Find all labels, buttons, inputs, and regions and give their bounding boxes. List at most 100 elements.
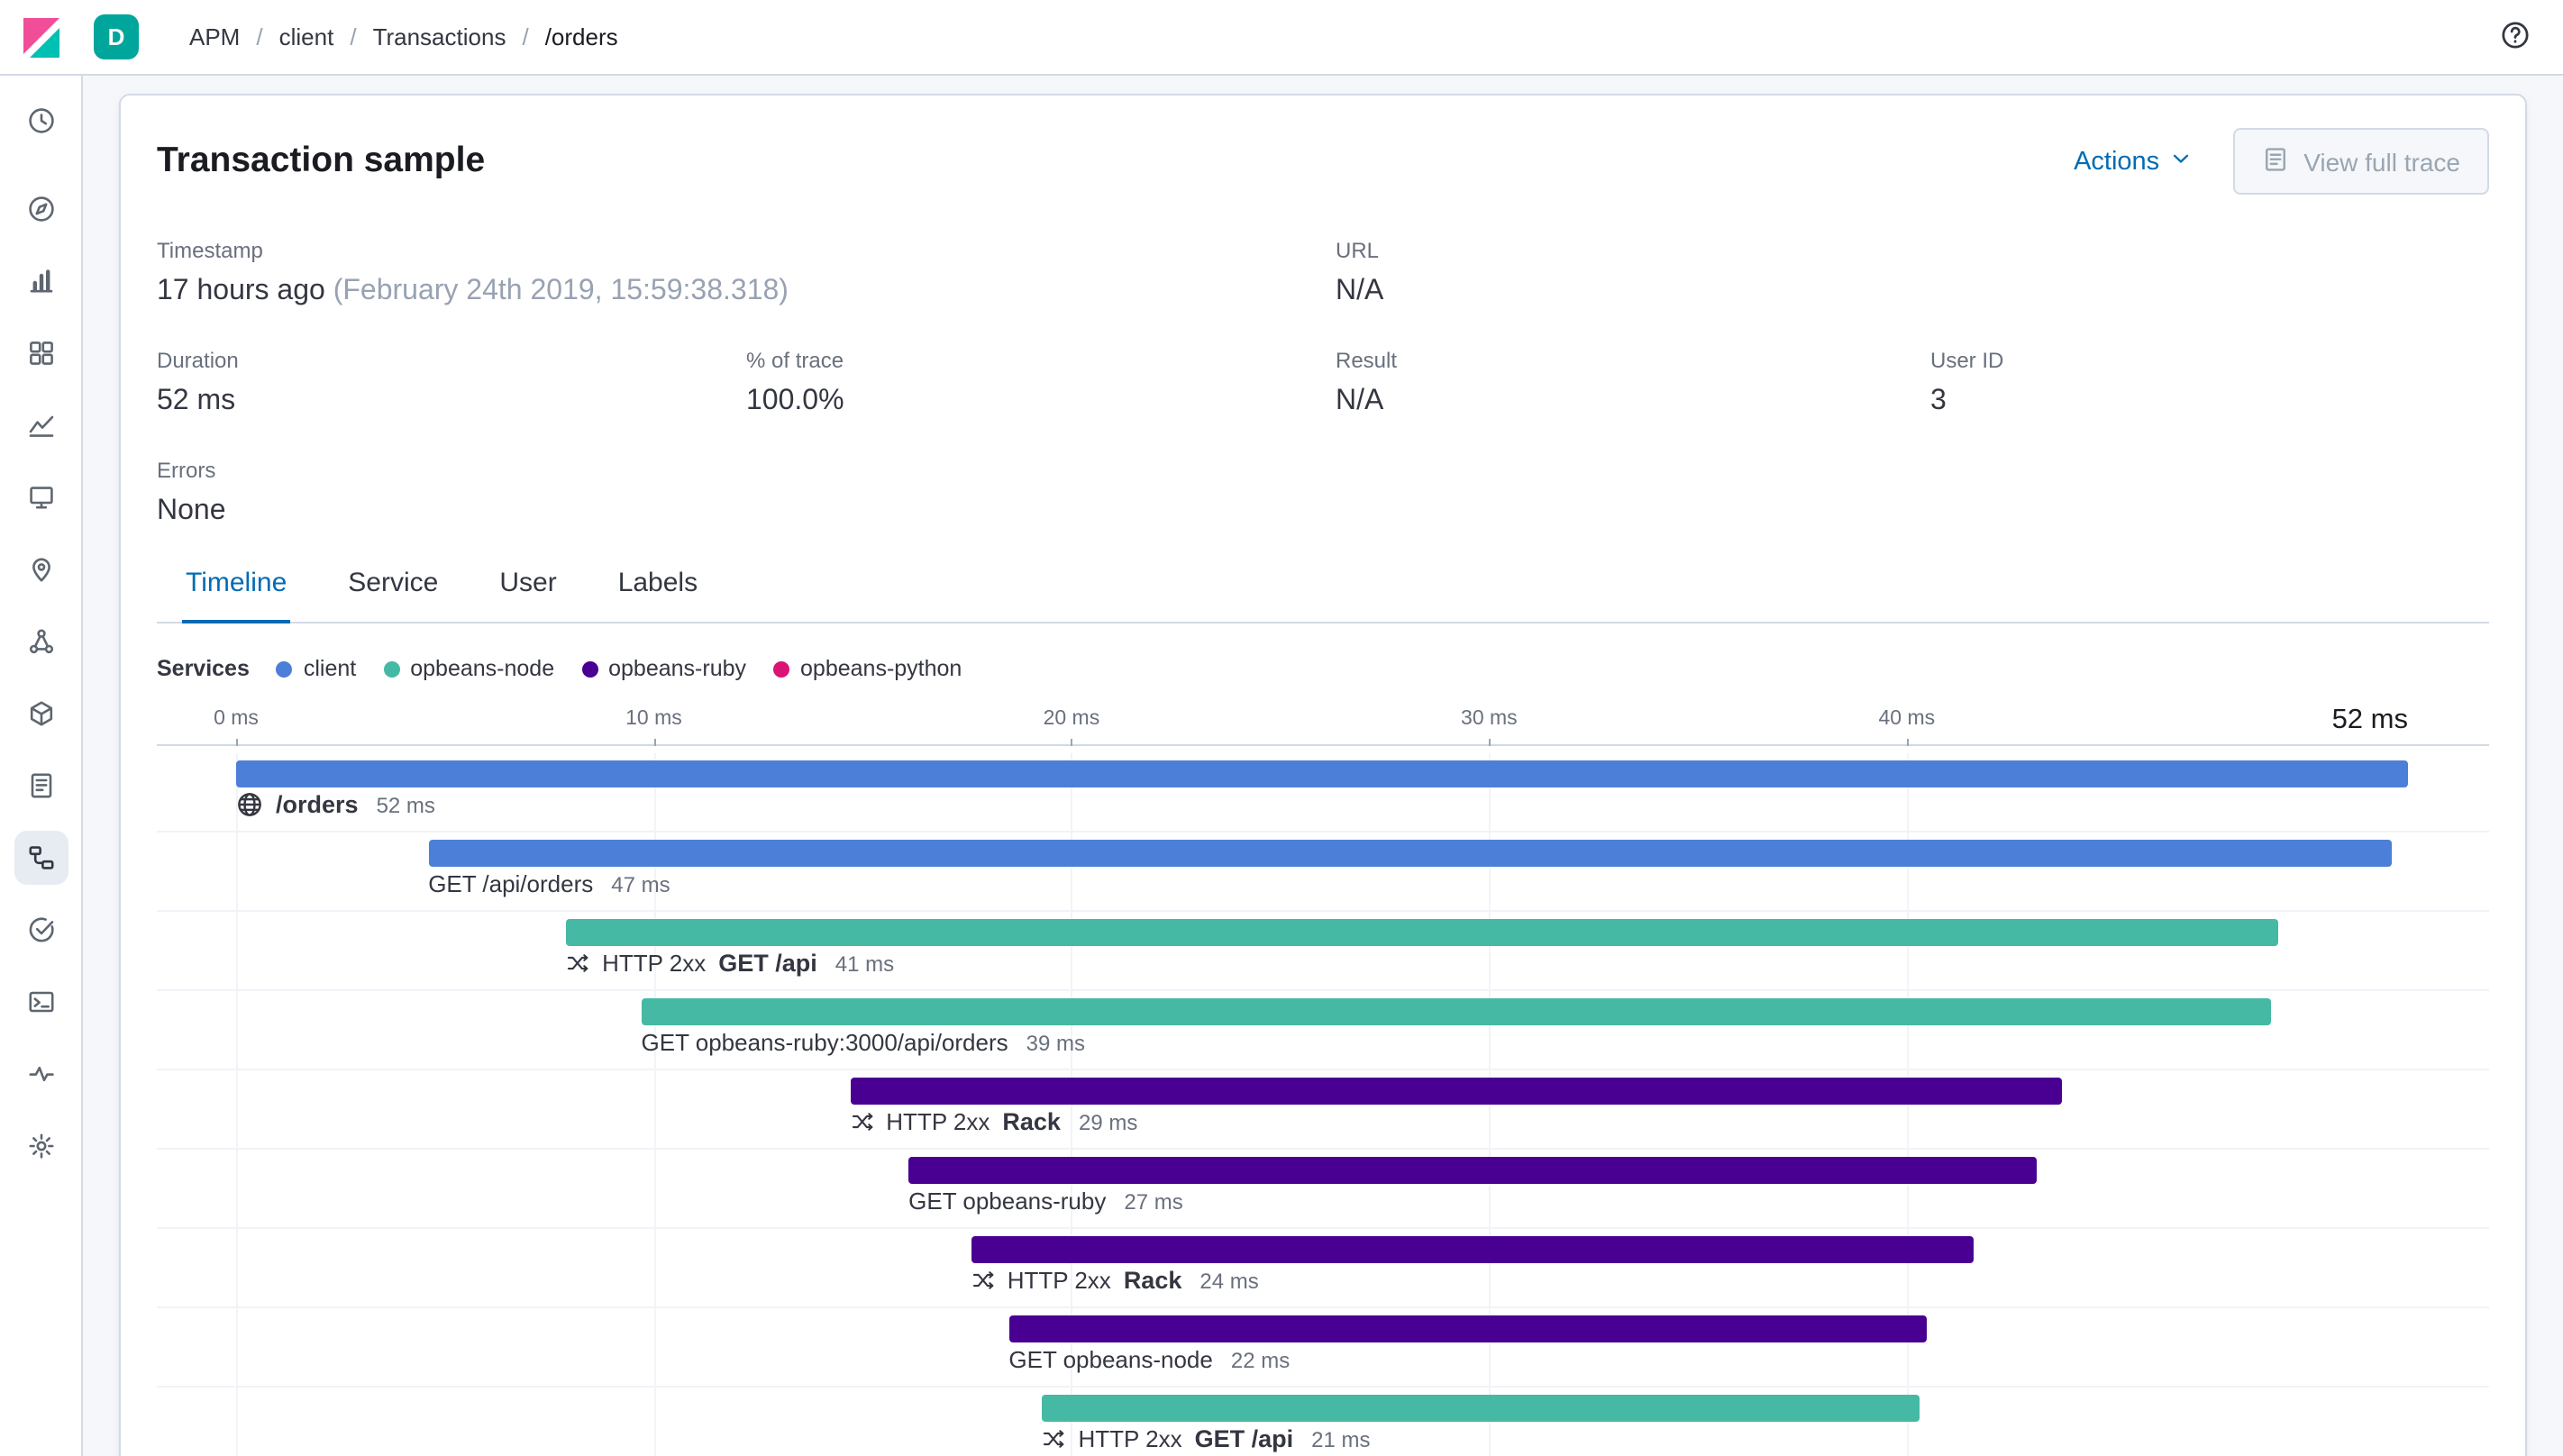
span-duration: 47 ms xyxy=(611,871,670,896)
waterfall-row-plot: GET opbeans-ruby 27 ms xyxy=(236,1150,2408,1227)
sidebar-item-machine-learning[interactable] xyxy=(14,614,68,669)
breadcrumb-item: /orders xyxy=(544,23,618,50)
waterfall-bar-get-opbeans-ruby-3000-api-orders[interactable] xyxy=(641,998,2271,1025)
sidebar-item-apm[interactable] xyxy=(14,831,68,885)
sidebar-item-dashboard[interactable] xyxy=(14,326,68,380)
span-duration: 41 ms xyxy=(835,951,895,976)
meta-field-result: Result N/A xyxy=(1336,348,1930,418)
sidebar-item-discover[interactable] xyxy=(14,182,68,236)
app-sidebar xyxy=(0,76,83,1456)
legend-item-opbeans-node: opbeans-node xyxy=(383,656,554,681)
apm-icon xyxy=(26,843,55,872)
sidebar-item-management[interactable] xyxy=(14,1119,68,1173)
sidebar-item-monitoring[interactable] xyxy=(14,1047,68,1101)
time-axis: 52 ms 0 ms 10 ms 20 ms 30 ms 40 ms xyxy=(157,703,2489,746)
meta-value: 52 ms xyxy=(157,386,236,416)
sidebar-item-maps[interactable] xyxy=(14,542,68,596)
waterfall-bar-get-opbeans-ruby[interactable] xyxy=(908,1157,2037,1184)
legend-label: client xyxy=(303,656,357,681)
legend-dot xyxy=(773,660,790,677)
span-name: /orders xyxy=(276,791,359,818)
page-title: Transaction sample xyxy=(157,141,486,180)
sidebar-item-recently-viewed[interactable] xyxy=(14,94,68,148)
maps-icon xyxy=(26,555,55,584)
span-name: GET opbeans-node xyxy=(1008,1346,1213,1373)
sidebar-item-timelion[interactable] xyxy=(14,398,68,452)
span-duration: 24 ms xyxy=(1199,1268,1259,1293)
sidebar-item-canvas[interactable] xyxy=(14,470,68,524)
view-full-trace-label: View full trace xyxy=(2303,147,2460,176)
span-label: GET opbeans-ruby 27 ms xyxy=(908,1188,1183,1215)
actions-menu-button[interactable]: Actions xyxy=(2070,138,2197,185)
span-duration: 29 ms xyxy=(1078,1109,1138,1134)
axis-tick-mark xyxy=(1071,739,1073,746)
view-full-trace-button[interactable]: View full trace xyxy=(2233,128,2489,195)
machine-learning-icon xyxy=(26,627,55,656)
sidebar-item-infrastructure[interactable] xyxy=(14,687,68,741)
help-icon[interactable] xyxy=(2493,12,2538,62)
axis-tick-label: 0 ms xyxy=(214,708,259,730)
waterfall-row-plot: GET opbeans-ruby:3000/api/orders 39 ms xyxy=(236,991,2408,1069)
waterfall-bar-get-api-orders[interactable] xyxy=(428,840,2392,867)
main-content: Transaction sample Actions View full tra… xyxy=(83,76,2563,1456)
waterfall-bar-rack[interactable] xyxy=(971,1236,1974,1263)
waterfall-bar-rack[interactable] xyxy=(850,1078,2062,1105)
span-duration: 22 ms xyxy=(1230,1347,1291,1372)
span-duration: 39 ms xyxy=(1026,1030,1086,1055)
meta-value: 3 xyxy=(1930,386,1947,416)
merge-icon xyxy=(566,951,589,975)
breadcrumb-item[interactable]: APM xyxy=(189,23,240,50)
meta-label: User ID xyxy=(1930,348,2004,373)
space-badge[interactable]: D xyxy=(94,14,139,59)
span-prefix: HTTP 2xx xyxy=(1078,1425,1182,1452)
meta-label: Errors xyxy=(157,458,216,483)
tab-service[interactable]: Service xyxy=(344,560,442,623)
card-header: Transaction sample Actions View full tra… xyxy=(157,128,2489,195)
breadcrumb: APM / client / Transactions / /orders xyxy=(189,23,618,50)
span-name: GET opbeans-ruby:3000/api/orders xyxy=(641,1029,1008,1056)
span-name: GET /api xyxy=(1194,1425,1294,1452)
meta-label: Timestamp xyxy=(157,238,263,263)
breadcrumb-separator: / xyxy=(522,23,529,50)
span-label: HTTP 2xx Rack 24 ms xyxy=(971,1267,1259,1294)
waterfall-row: GET opbeans-node 22 ms xyxy=(157,1308,2489,1388)
waterfall-row: HTTP 2xx GET /api 41 ms xyxy=(157,912,2489,991)
tab-timeline[interactable]: Timeline xyxy=(182,560,291,623)
document-icon xyxy=(2262,145,2289,177)
axis-tick-mark xyxy=(653,739,656,746)
meta-value: N/A xyxy=(1336,276,1384,306)
tab-labels[interactable]: Labels xyxy=(615,560,701,623)
breadcrumb-item[interactable]: Transactions xyxy=(373,23,506,50)
tab-user[interactable]: User xyxy=(496,560,560,623)
time-axis-ticks: 52 ms 0 ms 10 ms 20 ms 30 ms 40 ms xyxy=(214,703,2408,746)
canvas-icon xyxy=(26,483,55,512)
timeline-waterfall: 52 ms 0 ms 10 ms 20 ms 30 ms 40 ms /orders 52… xyxy=(157,703,2489,1456)
waterfall-row: HTTP 2xx Rack 24 ms xyxy=(157,1229,2489,1308)
legend-title: Services xyxy=(157,656,250,681)
visualize-icon xyxy=(26,267,55,296)
axis-tick-label: 20 ms xyxy=(1043,708,1100,730)
waterfall-bar-get-opbeans-node[interactable] xyxy=(1008,1315,1928,1342)
dev-tools-icon xyxy=(26,987,55,1016)
management-icon xyxy=(26,1132,55,1160)
sidebar-item-dev-tools[interactable] xyxy=(14,975,68,1029)
waterfall-row-plot: HTTP 2xx GET /api 41 ms xyxy=(236,912,2408,989)
sidebar-item-uptime[interactable] xyxy=(14,903,68,957)
merge-icon xyxy=(971,1269,995,1292)
metadata-grid: Timestamp 17 hours ago (February 24th 201… xyxy=(157,238,2489,528)
waterfall-bar-orders[interactable] xyxy=(236,760,2408,787)
waterfall-bar-get-api[interactable] xyxy=(566,919,2279,946)
breadcrumb-item[interactable]: client xyxy=(279,23,334,50)
meta-field-duration: Duration 52 ms xyxy=(157,348,746,418)
meta-value: 17 hours ago (February 24th 2019, 15:59:… xyxy=(157,276,789,306)
span-label: HTTP 2xx Rack 29 ms xyxy=(850,1108,1137,1135)
waterfall-row: /orders 52 ms xyxy=(157,753,2489,833)
sidebar-item-logs[interactable] xyxy=(14,759,68,813)
legend-item-client: client xyxy=(276,656,357,681)
waterfall-bar-get-api[interactable] xyxy=(1042,1395,1920,1422)
sidebar-item-visualize[interactable] xyxy=(14,254,68,308)
merge-icon xyxy=(850,1110,873,1133)
top-bar: D APM / client / Transactions / /orders xyxy=(0,0,2563,76)
kibana-logo[interactable] xyxy=(0,0,83,74)
transaction-sample-card: Transaction sample Actions View full tra… xyxy=(119,94,2527,1456)
